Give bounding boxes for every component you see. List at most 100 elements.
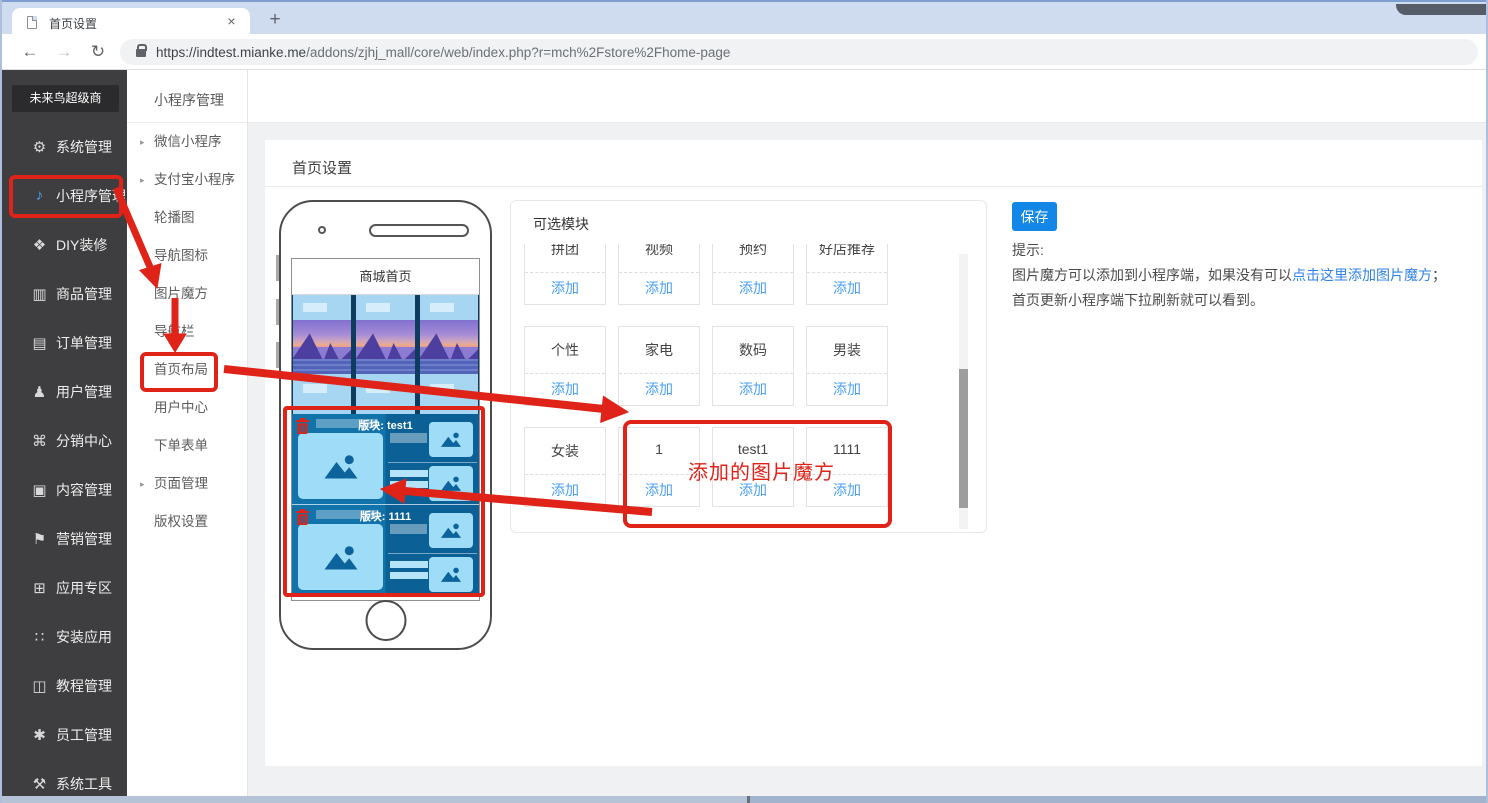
save-button[interactable]: 保存 (1012, 202, 1057, 231)
sidebar-item-goods-management[interactable]: ▥ 商品管理 (2, 269, 127, 318)
forward-icon: → (55, 42, 73, 61)
phone-speaker (369, 224, 469, 237)
module-name: 视频 (645, 244, 673, 257)
module-add-link[interactable]: 添加 (619, 474, 699, 506)
module-add-link[interactable]: 添加 (525, 272, 605, 304)
tips-line1-suffix: ； (1432, 267, 1446, 283)
phone-page-title: 商城首页 (292, 259, 479, 295)
delete-trash-icon[interactable] (296, 418, 309, 434)
browser-tab[interactable]: 首页设置 × (12, 8, 250, 36)
sidebar-item-install-app[interactable]: ∷ 安装应用 (2, 612, 127, 661)
module-name: 预约 (739, 244, 767, 257)
sidebar-item-miniprogram-management[interactable]: ♪ 小程序管理 (2, 171, 127, 220)
horizontal-scrollbar-thumb[interactable] (747, 796, 1486, 803)
carousel-banner (292, 295, 479, 414)
image-placeholder-icon (324, 454, 357, 478)
sidebar-item-content-management[interactable]: ▣ 内容管理 (2, 465, 127, 514)
image-cube-section[interactable]: 版块: 1111 (292, 504, 479, 594)
sidebar-item-staff-management[interactable]: ✱ 员工管理 (2, 710, 127, 759)
caret-right-icon: ▸ (140, 479, 145, 489)
delete-trash-icon[interactable] (296, 509, 309, 525)
module-name: 男装 (833, 342, 861, 358)
shop-name[interactable]: 未来鸟超级商 (12, 85, 119, 112)
install-app-icon: ∷ (34, 628, 45, 646)
submenu-item-label: 微信小程序 (154, 134, 222, 149)
module-add-link[interactable]: 添加 (619, 373, 699, 405)
add-image-cube-link[interactable]: 点击这里添加图片魔方 (1292, 267, 1432, 283)
module-cell: 1111 添加 (806, 427, 888, 507)
image-placeholder-icon (440, 567, 462, 582)
phone-screen: 商城首页 版块: test1 版块: 1111 (291, 258, 480, 601)
module-cell: 男装 添加 (806, 326, 888, 406)
sidebar-item-distribution-center[interactable]: ⌘ 分销中心 (2, 416, 127, 465)
module-add-link[interactable]: 添加 (525, 373, 605, 405)
horizontal-scrollbar[interactable] (2, 796, 1486, 803)
content-header-strip (248, 70, 1486, 123)
sidebar-item-system-management[interactable]: ⚙ 系统管理 (2, 122, 127, 171)
new-tab-button[interactable]: + (264, 10, 286, 32)
submenu-item-wechat-miniprogram[interactable]: ▸ 微信小程序 (127, 123, 247, 161)
sidebar-item-order-management[interactable]: ▤ 订单管理 (2, 318, 127, 367)
submenu-item-nav-bar[interactable]: 导航栏 (127, 313, 247, 351)
module-add-link[interactable]: 添加 (619, 272, 699, 304)
sidebar-item-marketing-management[interactable]: ⚑ 营销管理 (2, 514, 127, 563)
reload-icon[interactable]: ↻ (86, 40, 110, 64)
caret-right-icon: ▸ (140, 175, 145, 185)
submenu-item-home-layout[interactable]: 首页布局 (127, 351, 247, 389)
document-icon (27, 16, 37, 29)
content-management-icon: ▣ (32, 481, 47, 499)
module-cell: 视频 添加 (618, 244, 700, 305)
modules-row: 拼团 添加 视频 添加 预约 添加 好店推荐 添加 (524, 244, 956, 305)
banner-slide (356, 295, 415, 414)
banner-slide (419, 295, 478, 414)
submenu-item-label: 导航图标 (154, 248, 208, 263)
tab-title: 首页设置 (49, 17, 98, 31)
url-bar[interactable]: https://indtest.mianke.me/addons/zjhj_ma… (120, 39, 1478, 65)
text-bar (390, 481, 428, 488)
sidebar-item-user-management[interactable]: ♟ 用户管理 (2, 367, 127, 416)
text-bar (390, 470, 428, 477)
module-cell: 数码 添加 (712, 326, 794, 406)
submenu-item-user-center[interactable]: 用户中心 (127, 389, 247, 427)
module-add-link[interactable]: 添加 (713, 373, 793, 405)
sidebar-item-label: 安装应用 (56, 628, 112, 645)
window-controls-shadow (1396, 4, 1486, 15)
module-add-link[interactable]: 添加 (807, 373, 887, 405)
app-zone-icon: ⊞ (33, 579, 46, 597)
sidebar-item-label: 员工管理 (56, 726, 112, 743)
module-name: 1 (655, 441, 663, 457)
phone-side-button (276, 299, 279, 325)
scrollbar-thumb[interactable] (959, 369, 968, 508)
submenu-item-nav-icons[interactable]: 导航图标 (127, 237, 247, 275)
module-add-link[interactable]: 添加 (807, 272, 887, 304)
submenu-item-carousel[interactable]: 轮播图 (127, 199, 247, 237)
module-add-link[interactable]: 添加 (525, 474, 605, 506)
module-add-link[interactable]: 添加 (713, 272, 793, 304)
module-add-link[interactable]: 添加 (713, 474, 793, 506)
submenu-item-copyright-settings[interactable]: 版权设置 (127, 503, 247, 541)
modules-scrollbar[interactable] (959, 254, 968, 529)
submenu-item-order-form[interactable]: 下单表单 (127, 427, 247, 465)
image-cube-section[interactable]: 版块: test1 (292, 414, 479, 504)
phone-home-button (365, 600, 406, 641)
module-cell: 家电 添加 (618, 326, 700, 406)
image-tile (429, 557, 473, 592)
module-add-link[interactable]: 添加 (807, 474, 887, 506)
page-title: 首页设置 (265, 140, 1482, 187)
submenu-item-alipay-miniprogram[interactable]: ▸ 支付宝小程序 (127, 161, 247, 199)
system-management-icon: ⚙ (32, 138, 47, 156)
sidebar-item-diy-decoration[interactable]: ❖ DIY装修 (2, 220, 127, 269)
url-domain: https://indtest.mianke.me (156, 44, 307, 60)
main-content: 首页设置 商城首页 版块: test1 版块: 1111 可选模块 拼团 添加 … (248, 70, 1486, 803)
section-divider (388, 553, 477, 554)
submenu-item-page-management[interactable]: ▸ 页面管理 (127, 465, 247, 503)
back-icon[interactable]: ← (18, 40, 42, 64)
submenu-item-image-cube[interactable]: 图片魔方 (127, 275, 247, 313)
sidebar-item-label: 商品管理 (56, 285, 112, 302)
landscape-image (356, 320, 415, 374)
tab-close-icon[interactable]: × (223, 13, 240, 30)
sidebar-item-app-zone[interactable]: ⊞ 应用专区 (2, 563, 127, 612)
sidebar-item-label: 应用专区 (56, 579, 112, 596)
admin-app: 未来鸟超级商 ⚙ 系统管理 ♪ 小程序管理 ❖ DIY装修 ▥ 商品管理 ▤ 订单管理 ♟ 用户管理 ⌘… (2, 70, 1486, 803)
sidebar-item-tutorial-management[interactable]: ◫ 教程管理 (2, 661, 127, 710)
